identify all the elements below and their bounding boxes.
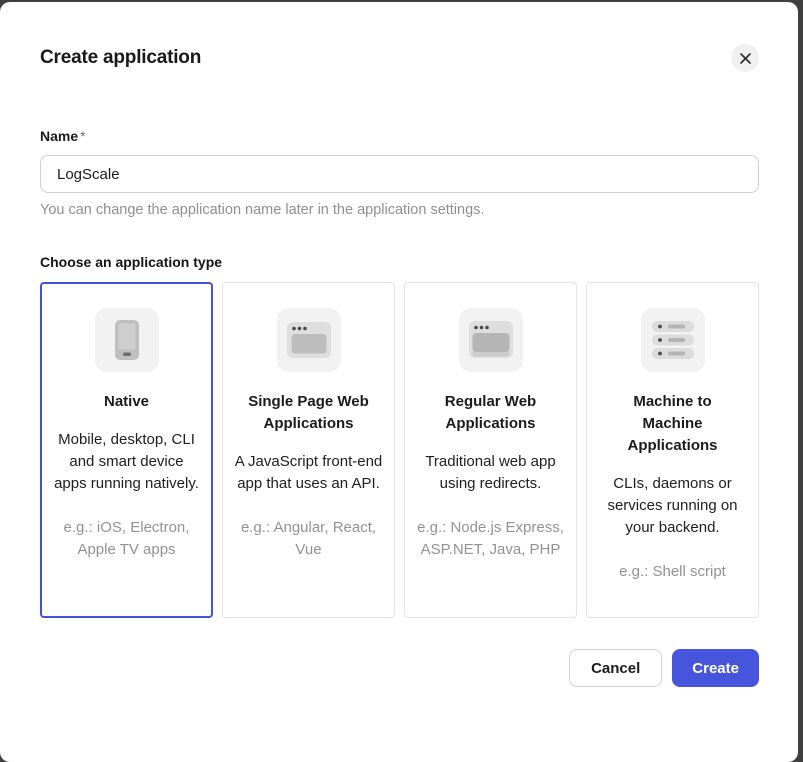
card-native[interactable]: Native Mobile, desktop, CLI and smart de… [40, 282, 213, 618]
card-examples: e.g.: Angular, React, Vue [234, 517, 384, 561]
card-title: Native [63, 391, 191, 413]
mobile-phone-icon [95, 308, 159, 372]
close-button[interactable] [731, 44, 759, 72]
card-machine-to-machine[interactable]: Machine to Machine Applications CLIs, da… [586, 282, 759, 618]
application-name-input[interactable] [40, 155, 759, 193]
card-description: Traditional web app using redirects. [416, 451, 566, 495]
required-marker: * [80, 128, 85, 144]
card-examples: e.g.: Node.js Express, ASP.NET, Java, PH… [416, 517, 566, 561]
card-description: CLIs, daemons or services running on you… [598, 473, 748, 539]
card-regular-web[interactable]: Regular Web Applications Traditional web… [404, 282, 577, 618]
application-type-section: Choose an application type Native Mobile… [40, 254, 759, 618]
server-stack-icon [641, 308, 705, 372]
create-button[interactable]: Create [672, 649, 759, 687]
cancel-button[interactable]: Cancel [569, 649, 662, 687]
card-description: A JavaScript front-end app that uses an … [234, 451, 384, 495]
card-title: Regular Web Applications [427, 391, 555, 435]
name-label-text: Name [40, 128, 78, 144]
application-type-cards: Native Mobile, desktop, CLI and smart de… [40, 282, 759, 618]
card-description: Mobile, desktop, CLI and smart device ap… [52, 429, 202, 495]
browser-window-icon [277, 308, 341, 372]
browser-window-form-icon [459, 308, 523, 372]
dialog-header: Create application [40, 44, 759, 72]
dialog-title: Create application [40, 44, 201, 69]
card-examples: e.g.: iOS, Electron, Apple TV apps [52, 517, 202, 561]
name-field-section: Name* You can change the application nam… [40, 128, 759, 218]
card-examples: e.g.: Shell script [598, 561, 748, 583]
name-label: Name* [40, 128, 86, 144]
create-application-dialog: Create application Name* You can change … [0, 2, 798, 762]
type-section-heading: Choose an application type [40, 254, 759, 270]
close-icon [739, 52, 752, 65]
card-title: Machine to Machine Applications [609, 391, 737, 457]
name-helper-text: You can change the application name late… [40, 202, 759, 218]
card-title: Single Page Web Applications [245, 391, 373, 435]
dialog-footer: Cancel Create [40, 649, 759, 687]
card-single-page-web[interactable]: Single Page Web Applications A JavaScrip… [222, 282, 395, 618]
